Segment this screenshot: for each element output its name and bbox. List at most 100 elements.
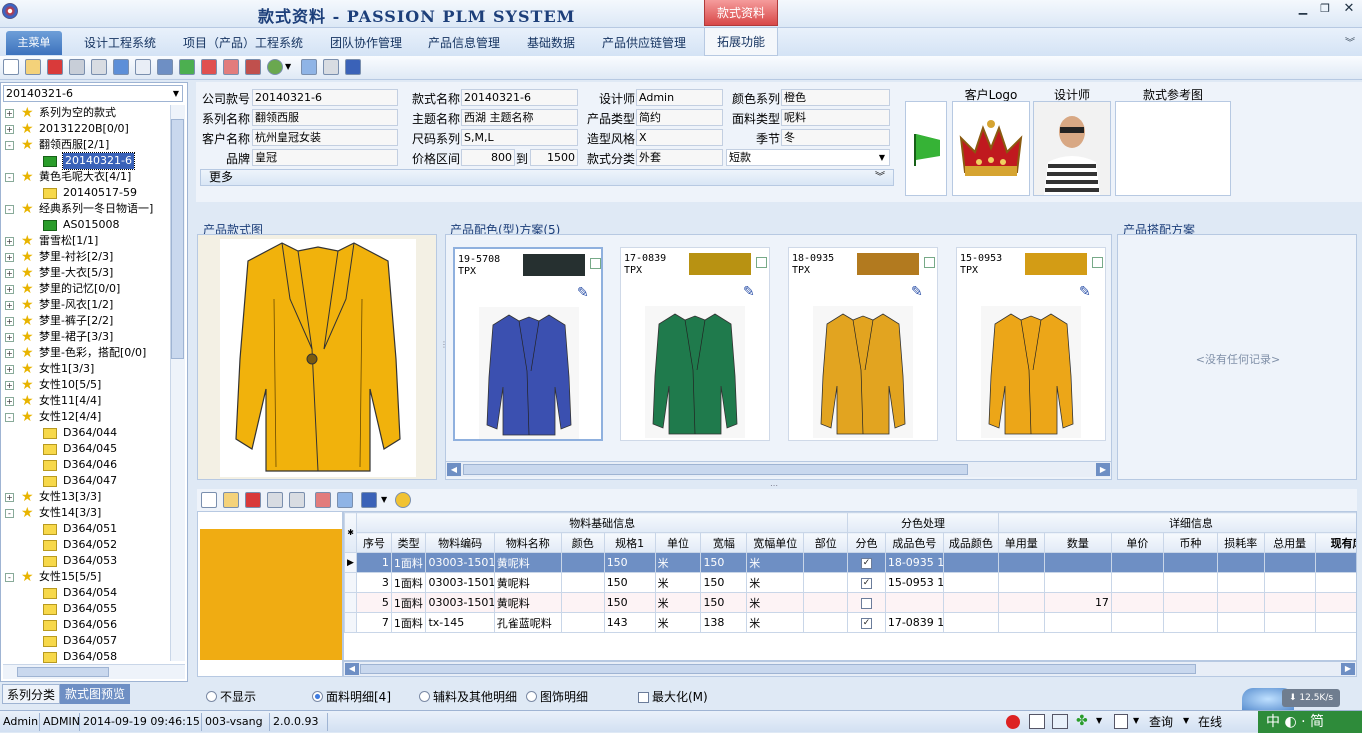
colorways-scroll-thumb[interactable] xyxy=(463,464,968,475)
theme-field[interactable]: 西湖 主题名称 xyxy=(461,109,578,126)
company-no-field[interactable]: 20140321-6 xyxy=(252,89,398,106)
tree-node[interactable]: - ★ 黄色毛呢大衣[4/1] xyxy=(5,169,169,185)
context-tab-style[interactable]: 款式资料 xyxy=(704,0,778,26)
query-dropdown-icon[interactable]: ▼ xyxy=(1183,716,1189,725)
cell-currency[interactable] xyxy=(1162,572,1218,593)
option-none[interactable]: 不显示 xyxy=(206,688,256,705)
colorways-hscroll[interactable]: ◀ ▶ xyxy=(446,461,1111,477)
column-header[interactable]: 损耗率 xyxy=(1216,532,1265,553)
column-header[interactable]: 物料名称 xyxy=(493,532,562,553)
plugin-dropdown-icon[interactable]: ▼ xyxy=(1096,716,1102,725)
brand-field[interactable]: 皇冠 xyxy=(252,149,398,166)
tree-node[interactable]: D364/058 xyxy=(5,649,169,665)
tree-node[interactable]: 20140321-6 xyxy=(5,152,169,170)
expand-icon[interactable]: + xyxy=(5,365,14,374)
cell-unit-qty[interactable] xyxy=(997,552,1045,573)
cell-loss[interactable] xyxy=(1216,612,1265,633)
cell-seq[interactable]: 3 xyxy=(356,572,392,593)
cell-prod-color[interactable]: 17-0839 1 xyxy=(884,612,944,633)
column-header[interactable]: 序号 xyxy=(356,532,392,553)
tab-style-preview[interactable]: 款式图预览 xyxy=(60,684,130,704)
option-accessory[interactable]: 辅料及其他明细 xyxy=(419,688,517,705)
ime-indicator[interactable]: 中 ◐ · 简 xyxy=(1258,711,1362,733)
season-field[interactable]: 冬 xyxy=(781,129,890,146)
grid-view-icon[interactable] xyxy=(1029,714,1045,729)
collapse-icon[interactable]: - xyxy=(5,141,14,150)
cell-unit[interactable]: 米 xyxy=(654,552,702,573)
customer-field[interactable]: 杭州皇冠女装 xyxy=(252,129,398,146)
radio-pattern[interactable] xyxy=(526,691,537,702)
style-search-combo[interactable]: 20140321-6 ▼ xyxy=(3,85,183,102)
cell-name[interactable]: 孔雀蓝呢料 xyxy=(493,612,562,633)
save-icon[interactable] xyxy=(69,59,85,75)
cell-qty[interactable] xyxy=(1043,572,1112,593)
category2-dropdown-icon[interactable]: ▼ xyxy=(879,150,885,165)
grid-scroll-thumb[interactable] xyxy=(360,664,1196,674)
split-checkbox-cell[interactable]: ✓ xyxy=(847,552,886,573)
cell-qty[interactable] xyxy=(1043,612,1112,633)
history-dropdown-icon[interactable]: ▼ xyxy=(285,62,291,71)
cell-type[interactable]: 1面料 xyxy=(390,572,427,593)
cell-prod-color[interactable] xyxy=(884,592,944,613)
column-header[interactable]: 数量 xyxy=(1043,532,1112,553)
minimize-icon[interactable]: ▁ xyxy=(1294,2,1312,16)
radio-none[interactable] xyxy=(206,691,217,702)
menu-product-info[interactable]: 产品信息管理 xyxy=(428,33,500,53)
collapse-icon[interactable]: - xyxy=(5,205,14,214)
grid-copy-icon[interactable] xyxy=(337,492,353,508)
column-header[interactable]: 分色 xyxy=(847,532,886,553)
column-header[interactable]: 单位 xyxy=(654,532,702,553)
tree-node[interactable]: D364/052 xyxy=(5,537,169,553)
tree-node[interactable]: + ★ 20131220B[0/0] xyxy=(5,121,169,137)
cell-prod-color[interactable]: 15-0953 1 xyxy=(884,572,944,593)
tree-node[interactable]: + ★ 女性10[5/5] xyxy=(5,377,169,393)
tree-node[interactable]: D364/051 xyxy=(5,521,169,537)
cell-code[interactable]: 03003-15015 xyxy=(425,552,495,573)
radio-accessory[interactable] xyxy=(419,691,430,702)
paint-brush-icon[interactable]: ✎ xyxy=(911,284,929,300)
cell-type[interactable]: 1面料 xyxy=(390,612,427,633)
cell-width[interactable]: 150 xyxy=(700,572,748,593)
approve-icon[interactable] xyxy=(223,59,239,75)
tree-node[interactable]: D364/056 xyxy=(5,617,169,633)
expand-icon[interactable]: + xyxy=(5,109,14,118)
menu-base-data[interactable]: 基础数据 xyxy=(527,33,575,53)
expand-icon[interactable]: + xyxy=(5,493,14,502)
cell-width-unit[interactable]: 米 xyxy=(746,612,805,633)
cell-qty[interactable]: 17 xyxy=(1043,592,1112,613)
option-pattern[interactable]: 图饰明细 xyxy=(526,688,588,705)
tree-node[interactable]: D364/045 xyxy=(5,441,169,457)
grid-scroll-right-icon[interactable]: ▶ xyxy=(1341,663,1355,675)
style-ref-image[interactable] xyxy=(1115,101,1231,196)
cell-stock[interactable] xyxy=(1314,572,1356,593)
cell-part[interactable] xyxy=(803,592,849,613)
cell-spec[interactable]: 150 xyxy=(603,592,656,613)
row-indicator[interactable]: ▶ xyxy=(344,552,358,573)
cell-code[interactable]: tx-145 xyxy=(425,612,495,633)
cell-unit-qty[interactable] xyxy=(997,592,1045,613)
grid-edit-icon[interactable] xyxy=(223,492,239,508)
grid-scroll-left-icon[interactable]: ◀ xyxy=(345,663,359,675)
cell-color[interactable] xyxy=(560,572,605,593)
cell-unit[interactable]: 米 xyxy=(654,572,702,593)
collapse-icon[interactable]: - xyxy=(5,573,14,582)
cell-loss[interactable] xyxy=(1216,592,1265,613)
collapse-icon[interactable]: - xyxy=(5,509,14,518)
cell-currency[interactable] xyxy=(1162,612,1218,633)
colorway-card[interactable]: 15-0953 TPX ✎ xyxy=(956,247,1106,441)
column-header[interactable]: 单用量 xyxy=(997,532,1045,553)
cell-type[interactable]: 1面料 xyxy=(390,592,427,613)
tree-node[interactable]: - ★ 女性15[5/5] xyxy=(5,569,169,585)
cell-stock[interactable] xyxy=(1314,552,1356,573)
cell-price[interactable] xyxy=(1110,552,1164,573)
cell-name[interactable]: 黄呢料 xyxy=(493,592,562,613)
tree-node[interactable]: D364/057 xyxy=(5,633,169,649)
scroll-left-icon[interactable]: ◀ xyxy=(447,463,461,476)
tree-node[interactable]: + ★ 女性1[3/3] xyxy=(5,361,169,377)
column-header[interactable]: 宽幅单位 xyxy=(746,532,805,553)
radio-fabric[interactable] xyxy=(312,691,323,702)
clipboard-dropdown-icon[interactable]: ▼ xyxy=(1133,716,1139,725)
grid-hscroll[interactable]: ◀ ▶ xyxy=(343,661,1357,677)
tree-node[interactable]: + ★ 梦里-色彩，搭配[0/0] xyxy=(5,345,169,361)
cell-spec[interactable]: 143 xyxy=(603,612,656,633)
